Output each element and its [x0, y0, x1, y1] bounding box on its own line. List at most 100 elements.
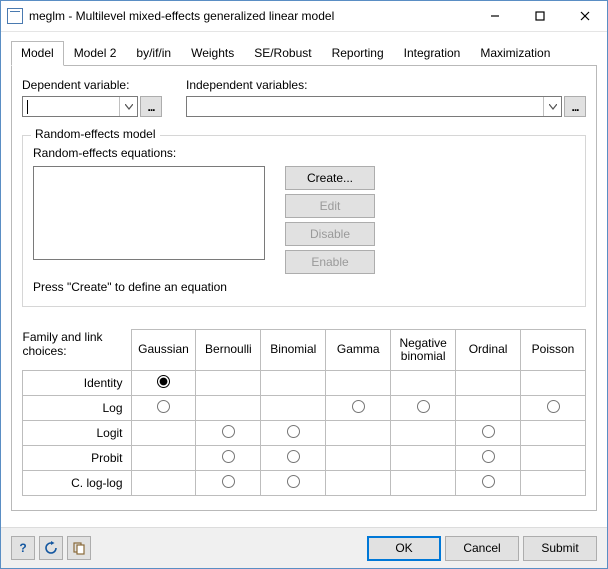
family-header-gamma: Gamma	[326, 330, 391, 371]
family-link-cell	[196, 471, 261, 496]
family-link-cell	[456, 396, 521, 421]
window-controls	[472, 1, 607, 31]
disable-button[interactable]: Disable	[285, 222, 375, 246]
independent-variables-label: Independent variables:	[186, 78, 586, 92]
independent-variables-browse-button[interactable]: ...	[564, 96, 586, 117]
tab-reporting[interactable]: Reporting	[322, 41, 394, 66]
app-icon	[7, 8, 23, 24]
ok-button[interactable]: OK	[367, 536, 441, 561]
help-button[interactable]: ?	[11, 536, 35, 560]
dependent-variable-browse-button[interactable]: ...	[140, 96, 162, 117]
copy-icon	[72, 541, 86, 555]
cancel-button[interactable]: Cancel	[445, 536, 519, 561]
random-effects-groupbox: Random-effects model Random-effects equa…	[22, 135, 586, 307]
family-link-cell	[261, 396, 326, 421]
family-link-cell	[326, 371, 391, 396]
family-link-cell	[326, 421, 391, 446]
family-link-cell	[456, 446, 521, 471]
family-link-radio[interactable]	[547, 400, 560, 413]
tab-model[interactable]: Model	[11, 41, 64, 66]
dependent-variable-combobox[interactable]	[22, 96, 138, 117]
refresh-icon	[44, 541, 58, 555]
family-link-cell	[261, 371, 326, 396]
variables-row: Dependent variable: ...	[22, 78, 586, 117]
ellipsis-icon: ...	[571, 100, 578, 114]
chevron-down-icon	[119, 97, 137, 116]
dependent-variable-label: Dependent variable:	[22, 78, 162, 92]
family-link-radio[interactable]	[222, 425, 235, 438]
tab-maximization[interactable]: Maximization	[470, 41, 560, 66]
random-effects-equations-label: Random-effects equations:	[33, 146, 176, 160]
family-link-cell	[391, 421, 456, 446]
family-link-radio[interactable]	[482, 425, 495, 438]
family-link-radio[interactable]	[287, 450, 300, 463]
titlebar: meglm - Multilevel mixed-effects general…	[1, 1, 607, 32]
create-button[interactable]: Create...	[285, 166, 375, 190]
groupbox-title: Random-effects model	[31, 127, 160, 141]
enable-button[interactable]: Enable	[285, 250, 375, 274]
family-link-cell	[391, 471, 456, 496]
family-link-cell	[521, 371, 586, 396]
family-link-radio[interactable]	[482, 450, 495, 463]
family-link-corner-label: Family and link choices:	[23, 330, 132, 371]
link-header-identity: Identity	[23, 371, 132, 396]
family-link-radio[interactable]	[482, 475, 495, 488]
family-link-radio[interactable]	[222, 475, 235, 488]
maximize-button[interactable]	[517, 1, 562, 31]
family-link-cell	[521, 471, 586, 496]
minimize-button[interactable]	[472, 1, 517, 31]
family-link-cell	[391, 371, 456, 396]
reset-button[interactable]	[39, 536, 63, 560]
family-link-cell	[326, 471, 391, 496]
family-header-gaussian: Gaussian	[131, 330, 196, 371]
help-icon: ?	[19, 541, 26, 555]
tab-integration[interactable]: Integration	[394, 41, 471, 66]
ellipsis-icon: ...	[147, 100, 154, 114]
family-link-radio[interactable]	[157, 400, 170, 413]
family-link-cell	[196, 421, 261, 446]
family-link-cell	[131, 446, 196, 471]
tab-model-2[interactable]: Model 2	[64, 41, 127, 66]
family-link-radio[interactable]	[352, 400, 365, 413]
family-link-radio[interactable]	[287, 475, 300, 488]
family-link-radio[interactable]	[417, 400, 430, 413]
family-header-negative-binomial: Negativebinomial	[391, 330, 456, 371]
family-link-cell	[131, 396, 196, 421]
independent-variables-combobox[interactable]	[186, 96, 562, 117]
family-link-cell	[456, 471, 521, 496]
family-link-cell	[131, 421, 196, 446]
tab-weights[interactable]: Weights	[181, 41, 244, 66]
family-link-cell	[521, 396, 586, 421]
edit-button[interactable]: Edit	[285, 194, 375, 218]
family-link-cell	[196, 371, 261, 396]
close-button[interactable]	[562, 1, 607, 31]
link-header-log: Log	[23, 396, 132, 421]
family-header-poisson: Poisson	[521, 330, 586, 371]
random-effects-listbox[interactable]	[33, 166, 265, 260]
family-link-radio[interactable]	[222, 450, 235, 463]
family-link-cell	[261, 471, 326, 496]
family-header-binomial: Binomial	[261, 330, 326, 371]
family-link-cell	[261, 446, 326, 471]
family-link-cell	[131, 371, 196, 396]
link-header-logit: Logit	[23, 421, 132, 446]
chevron-down-icon	[543, 97, 561, 116]
family-link-radio[interactable]	[287, 425, 300, 438]
copy-button[interactable]	[67, 536, 91, 560]
tab-by-if-in[interactable]: by/if/in	[126, 41, 181, 66]
tab-se-robust[interactable]: SE/Robust	[244, 41, 321, 66]
submit-button[interactable]: Submit	[523, 536, 597, 561]
family-link-cell	[456, 371, 521, 396]
family-link-cell	[391, 396, 456, 421]
family-link-cell	[391, 446, 456, 471]
family-link-cell	[326, 446, 391, 471]
family-link-radio[interactable]	[157, 375, 170, 388]
content-area: ModelModel 2by/if/inWeightsSE/RobustRepo…	[1, 32, 607, 527]
family-link-cell	[521, 421, 586, 446]
family-link-table: Family and link choices:GaussianBernoull…	[22, 329, 586, 496]
family-link-cell	[196, 396, 261, 421]
link-header-probit: Probit	[23, 446, 132, 471]
family-link-cell	[521, 446, 586, 471]
tab-page-model: Dependent variable: ...	[11, 66, 597, 511]
footer-bar: ? OK Cancel Submit	[1, 527, 607, 568]
